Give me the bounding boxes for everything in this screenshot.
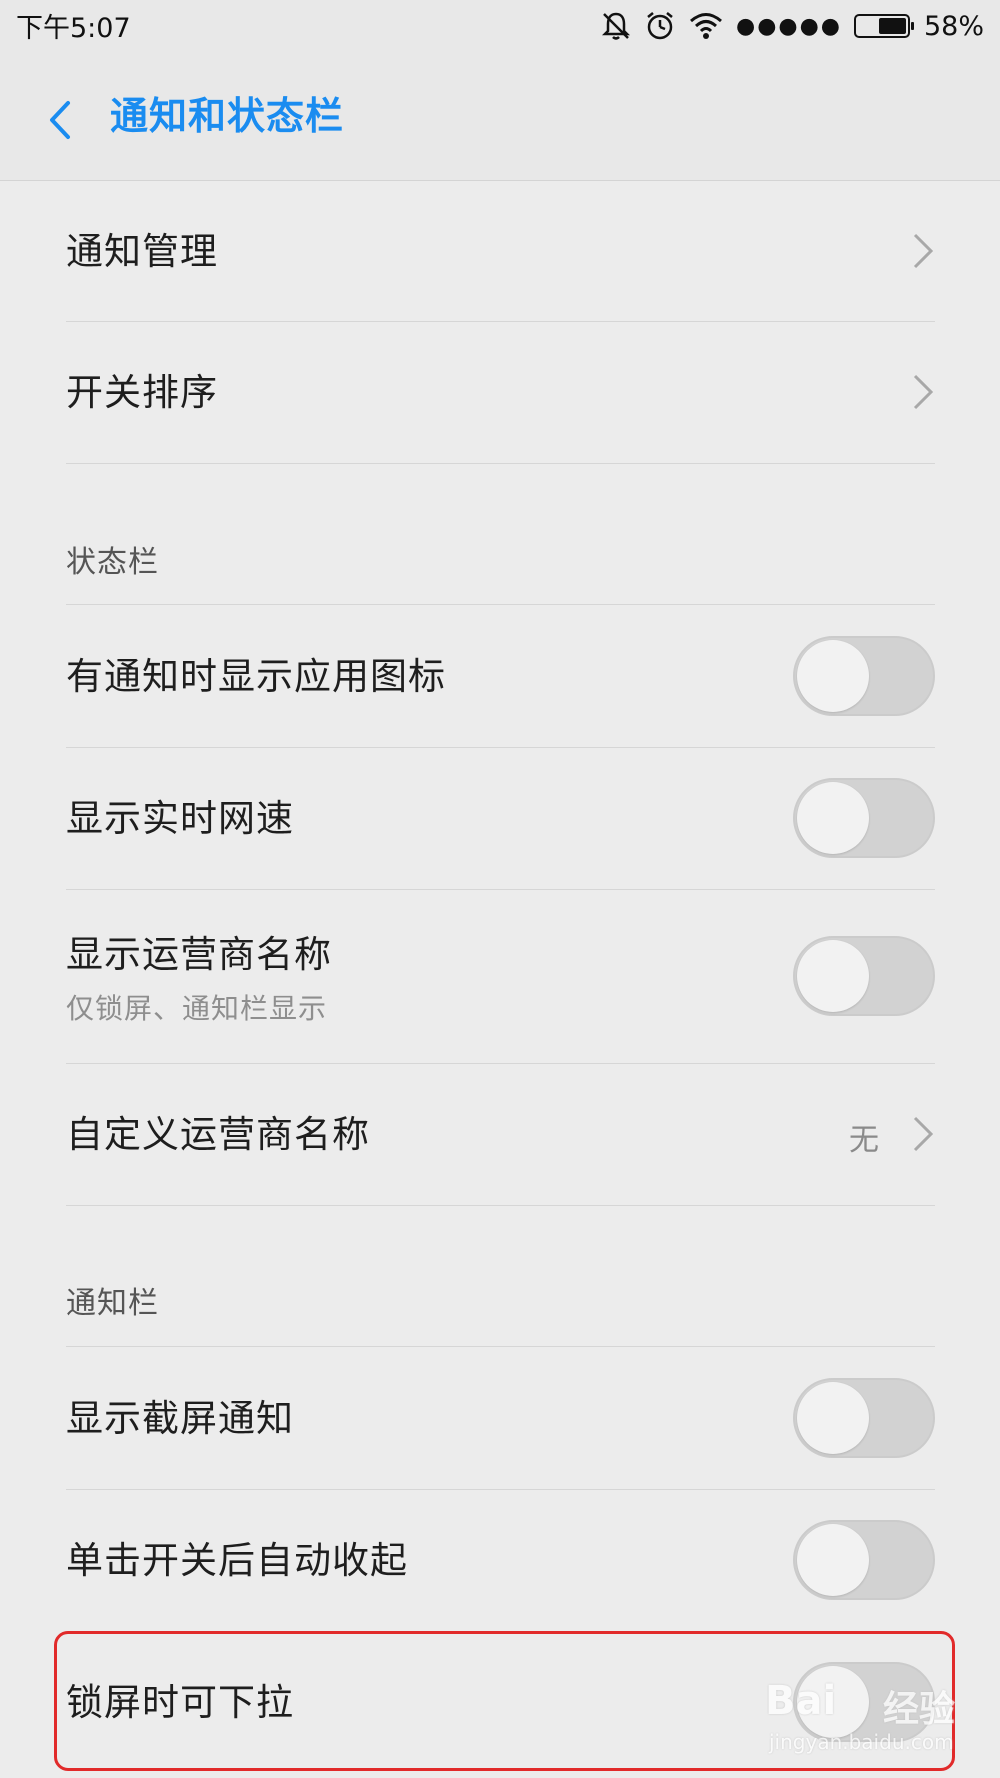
page-title: 通知和状态栏 <box>110 94 345 138</box>
list-item-label: 显示实时网速 <box>66 797 294 840</box>
battery-level <box>878 18 906 34</box>
toggle-knob <box>797 1524 869 1596</box>
toggle-knob <box>797 640 869 712</box>
status-time: 下午5:07 <box>16 13 131 44</box>
watermark-brand-cn: 经验 <box>883 1689 956 1730</box>
signal-strength-icon: ●●●●● <box>736 13 842 39</box>
watermark: Bai 经验 jingyan.baidu.com <box>765 1670 955 1770</box>
toggle-show-app-icon[interactable] <box>793 636 935 716</box>
list-item-auto-collapse: 单击开关后自动收起 <box>66 1490 935 1632</box>
list-item-label: 自定义运营商名称 <box>66 1113 370 1156</box>
status-icons: ●●●●● 58% <box>588 8 984 44</box>
list-item-show-carrier: 显示运营商名称 仅锁屏、通知栏显示 <box>66 890 935 1064</box>
list-item-show-screenshot-notification: 显示截屏通知 <box>66 1348 935 1490</box>
section-header-notification-bar: 通知栏 <box>66 1286 159 1321</box>
list-item-show-net-speed: 显示实时网速 <box>66 748 935 890</box>
section-header-status-bar: 状态栏 <box>66 545 159 580</box>
toggle-show-net-speed[interactable] <box>793 778 935 858</box>
battery-icon <box>853 14 914 38</box>
list-item-label: 有通知时显示应用图标 <box>66 655 446 698</box>
list-item-label: 通知管理 <box>66 230 218 273</box>
list-item-label: 显示运营商名称 <box>66 933 332 976</box>
toggle-show-carrier[interactable] <box>793 936 935 1016</box>
toggle-knob <box>797 782 869 854</box>
list-item-label: 显示截屏通知 <box>66 1397 294 1440</box>
chevron-right-icon <box>913 233 934 269</box>
status-bar: 下午5:07 ●●●●● 58% <box>0 0 1000 50</box>
watermark-brand: Bai <box>765 1678 837 1724</box>
chevron-right-icon <box>913 1116 934 1152</box>
watermark-url: jingyan.baidu.com <box>769 1730 954 1754</box>
battery-percent: 58% <box>923 10 984 42</box>
list-item-show-app-icon: 有通知时显示应用图标 <box>66 606 935 748</box>
list-item-notification-management[interactable]: 通知管理 <box>66 181 935 322</box>
list-item-label: 开关排序 <box>66 371 218 414</box>
silent-bell-icon <box>601 12 631 40</box>
toggle-show-screenshot-notification[interactable] <box>793 1378 935 1458</box>
alarm-icon <box>647 12 673 40</box>
chevron-right-icon <box>913 374 934 410</box>
title-bar: 通知和状态栏 <box>0 50 1000 181</box>
list-item-label: 单击开关后自动收起 <box>66 1539 408 1582</box>
toggle-knob <box>797 940 869 1012</box>
list-item-sublabel: 仅锁屏、通知栏显示 <box>66 992 328 1025</box>
wifi-icon <box>690 13 722 39</box>
list-item-switch-order[interactable]: 开关排序 <box>66 322 935 464</box>
back-arrow-icon[interactable] <box>40 95 80 145</box>
toggle-auto-collapse[interactable] <box>793 1520 935 1600</box>
list-item-value: 无 <box>849 1123 879 1158</box>
toggle-knob <box>797 1382 869 1454</box>
list-item-custom-carrier-name[interactable]: 自定义运营商名称 无 <box>66 1064 935 1206</box>
